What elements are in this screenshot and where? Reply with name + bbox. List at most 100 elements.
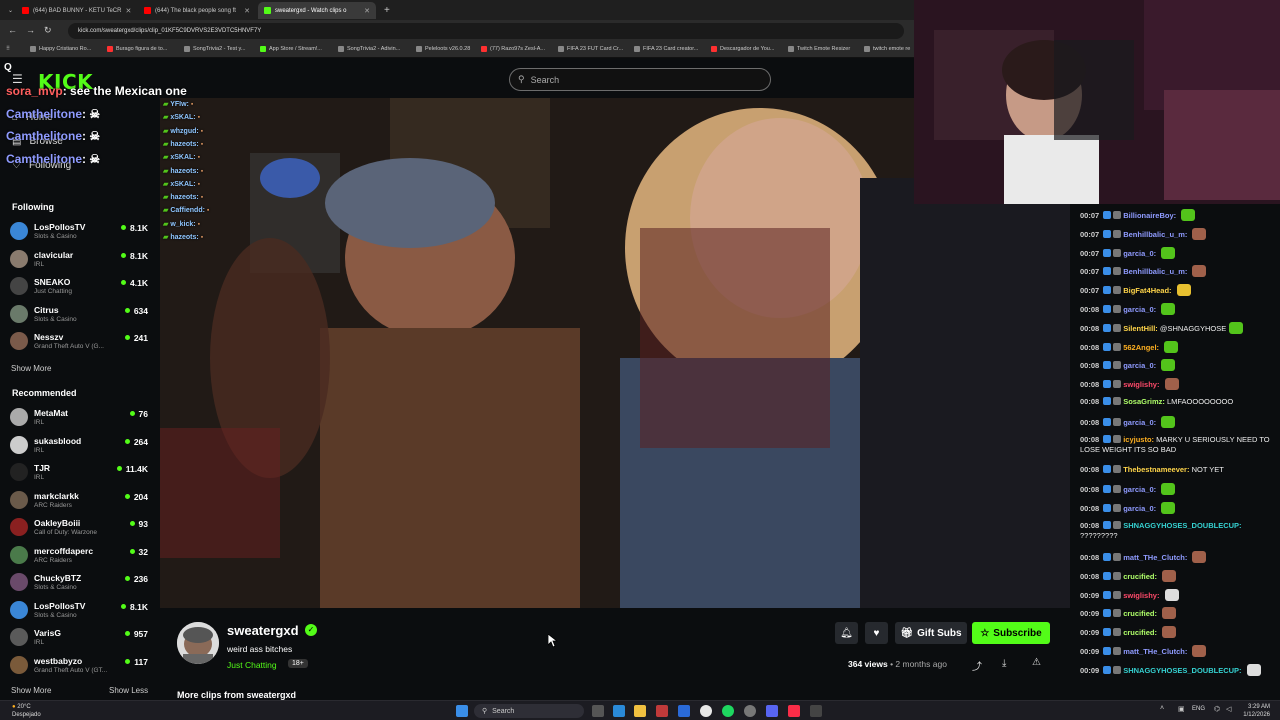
chat-username[interactable]: matt_THe_Clutch: bbox=[1123, 647, 1187, 656]
bookmark[interactable]: Peleloots v26.0.28 bbox=[416, 46, 470, 52]
sidebar-channel[interactable]: clavicular IRL 8.1K bbox=[10, 246, 152, 272]
chat-username[interactable]: garcia_0: bbox=[1123, 418, 1156, 427]
store-icon[interactable] bbox=[656, 705, 668, 717]
chat-username[interactable]: garcia_0: bbox=[1123, 485, 1156, 494]
close-tab-icon[interactable]: ✕ bbox=[244, 7, 250, 15]
sidebar-channel[interactable]: ChuckyBTZ Slots & Casino 236 bbox=[10, 569, 152, 595]
chat-username[interactable]: icyjusto: bbox=[1123, 435, 1154, 444]
chat-username[interactable]: matt_THe_Clutch: bbox=[1123, 553, 1187, 562]
bookmark[interactable]: twitch emote re bbox=[864, 46, 910, 52]
bell-icon[interactable]: 🔔︎ bbox=[835, 622, 858, 644]
chat-username[interactable]: garcia_0: bbox=[1123, 305, 1156, 314]
bookmark[interactable]: FIFA 23 FUT Card Cr... bbox=[558, 46, 623, 52]
weather-widget[interactable]: ● 20°C Despejado bbox=[12, 703, 41, 719]
sidebar-channel[interactable]: markclarkk ARC Raiders 204 bbox=[10, 487, 152, 513]
show-more-button[interactable]: Show More bbox=[11, 364, 51, 373]
chat-username[interactable]: SosaGrimz: bbox=[1123, 397, 1165, 406]
channel-name[interactable]: sweatergxd bbox=[227, 623, 299, 638]
bookmark[interactable]: Burago figura de to... bbox=[107, 46, 167, 52]
chrome-icon[interactable] bbox=[700, 705, 712, 717]
report-icon[interactable]: ⚠ bbox=[1032, 657, 1041, 668]
heart-button[interactable]: ♥ bbox=[865, 622, 888, 644]
sidebar-channel[interactable]: MetaMat IRL 76 bbox=[10, 404, 152, 430]
download-icon[interactable]: ⤓ bbox=[1002, 658, 1006, 669]
start-icon[interactable] bbox=[456, 705, 468, 717]
chat-username[interactable]: garcia_0: bbox=[1123, 249, 1156, 258]
new-tab-button[interactable]: + bbox=[378, 2, 392, 19]
chat-username[interactable]: Benhillbalic_u_m: bbox=[1123, 230, 1187, 239]
bookmark[interactable]: (77) Razo97s Zesl-A... bbox=[481, 46, 545, 52]
tray-app-icon[interactable]: ▣ bbox=[1178, 705, 1185, 713]
obs-icon[interactable] bbox=[744, 705, 756, 717]
sidebar-channel[interactable]: SNEAKO Just Chatting 4.1K bbox=[10, 273, 152, 299]
chat-username[interactable]: 562Angel: bbox=[1123, 343, 1159, 352]
spotify-icon[interactable] bbox=[722, 705, 734, 717]
edge-icon[interactable] bbox=[613, 705, 625, 717]
discord-icon[interactable] bbox=[766, 705, 778, 717]
sidebar-channel[interactable]: VarisG IRL 957 bbox=[10, 624, 152, 650]
forward-icon[interactable]: → bbox=[26, 25, 35, 35]
bookmark[interactable]: Twitch Emote Resizer bbox=[788, 46, 850, 52]
chat-username[interactable]: crucified: bbox=[1123, 572, 1157, 581]
badge-icon bbox=[1103, 342, 1112, 351]
chat-username[interactable]: crucified: bbox=[1123, 628, 1157, 637]
chat-username[interactable]: swiglishy: bbox=[1123, 591, 1159, 600]
show-less-button[interactable]: Show Less bbox=[109, 686, 148, 695]
show-more-button[interactable]: Show More bbox=[11, 686, 51, 695]
browser-tab-3[interactable]: sweatergxd - Watch clips o ✕ bbox=[258, 2, 376, 19]
close-tab-icon[interactable]: ✕ bbox=[125, 7, 131, 15]
sidebar-channel[interactable]: LosPollosTV Slots & Casino 8.1K bbox=[10, 597, 152, 623]
file-explorer-icon[interactable] bbox=[634, 705, 646, 717]
browser-tab-1[interactable]: (644) BAD BUNNY - KETU TeCR ✕ bbox=[16, 2, 134, 19]
chat-username[interactable]: BigFat4Head: bbox=[1123, 286, 1171, 295]
sidebar-channel[interactable]: westbabyzo Grand Theft Auto V (GT... 117 bbox=[10, 652, 152, 678]
bookmark[interactable]: SongTrivia2 - Adivin... bbox=[338, 46, 400, 52]
search-input[interactable]: ⚲ Search bbox=[509, 68, 771, 91]
back-icon[interactable]: ← bbox=[8, 25, 17, 35]
volume-icon[interactable]: ◁ bbox=[1226, 705, 1231, 713]
subscribe-button[interactable]: ☆ Subscribe bbox=[972, 622, 1050, 644]
taskbar-search[interactable]: ⚲ Search bbox=[474, 704, 584, 718]
bookmark[interactable]: FIFA 23 Card creator... bbox=[634, 46, 698, 52]
chat-username[interactable]: SHNAGGYHOSES_DOUBLECUP: bbox=[1123, 521, 1241, 530]
category-link[interactable]: Just Chatting bbox=[227, 660, 277, 670]
url-input[interactable]: kick.com/sweatergxd/clips/clip_01KF5C9DV… bbox=[68, 23, 904, 39]
app-icon[interactable] bbox=[810, 705, 822, 717]
bookmark[interactable]: Descargador de You... bbox=[711, 46, 774, 52]
sidebar-channel[interactable]: Citrus Slots & Casino 634 bbox=[10, 301, 152, 327]
bookmark[interactable]: SongTrivia2 - Test y... bbox=[184, 46, 245, 52]
network-icon[interactable]: ⌬ bbox=[1214, 705, 1220, 713]
chat-username[interactable]: swiglishy: bbox=[1123, 380, 1159, 389]
bookmark[interactable]: App Store / Stream!... bbox=[260, 46, 322, 52]
share-icon[interactable]: ⤴ bbox=[972, 658, 982, 673]
close-tab-icon[interactable]: ✕ bbox=[364, 7, 370, 15]
chat-username[interactable]: Benhillbalic_u_m: bbox=[1123, 267, 1187, 276]
browser-tab-2[interactable]: (644) The black people song ft ✕ bbox=[138, 2, 256, 19]
chat-username[interactable]: SHNAGGYHOSES_DOUBLECUP: bbox=[1123, 666, 1241, 675]
task-view-icon[interactable] bbox=[592, 705, 604, 717]
chat-username[interactable]: BillionaireBoy: bbox=[1123, 211, 1176, 220]
sidebar-channel[interactable]: sukasblood IRL 264 bbox=[10, 432, 152, 458]
mail-icon[interactable] bbox=[678, 705, 690, 717]
sidebar-channel[interactable]: Nesszv Grand Theft Auto V (G... 241 bbox=[10, 328, 152, 354]
tab-menu-icon[interactable]: ⌄ bbox=[2, 2, 14, 19]
sidebar-channel[interactable]: LosPollosTV Slots & Casino 8.1K bbox=[10, 218, 152, 244]
music-icon[interactable] bbox=[788, 705, 800, 717]
chat-username[interactable]: garcia_0: bbox=[1123, 361, 1156, 370]
sidebar-channel[interactable]: mercoffdaperc ARC Raiders 32 bbox=[10, 542, 152, 568]
chat-username[interactable]: garcia_0: bbox=[1123, 504, 1156, 513]
channel-avatar[interactable] bbox=[177, 622, 219, 664]
gift-subs-button[interactable]: 🎁︎ Gift Subs bbox=[895, 622, 967, 644]
apps-icon[interactable]: ⠿ bbox=[6, 46, 10, 52]
sidebar-channel[interactable]: OakleyBoiii Call of Duty: Warzone 93 bbox=[10, 514, 152, 540]
sidebar-channel[interactable]: TJR IRL 11.4K bbox=[10, 459, 152, 485]
chat-username[interactable]: Thebestnameever: bbox=[1123, 465, 1189, 474]
language-indicator[interactable]: ENG bbox=[1192, 706, 1205, 712]
reload-icon[interactable]: ↻ bbox=[44, 25, 52, 36]
viewer-count: 8.1K bbox=[121, 602, 148, 612]
bookmark[interactable]: Happy Cristiano Ro... bbox=[30, 46, 91, 52]
chat-username[interactable]: SilentHill: bbox=[1123, 324, 1158, 333]
tray-chevron-icon[interactable]: ˄ bbox=[1160, 705, 1164, 712]
chat-username[interactable]: crucified: bbox=[1123, 609, 1157, 618]
system-clock[interactable]: 3:29 AM 1/12/2026 bbox=[1243, 703, 1270, 719]
